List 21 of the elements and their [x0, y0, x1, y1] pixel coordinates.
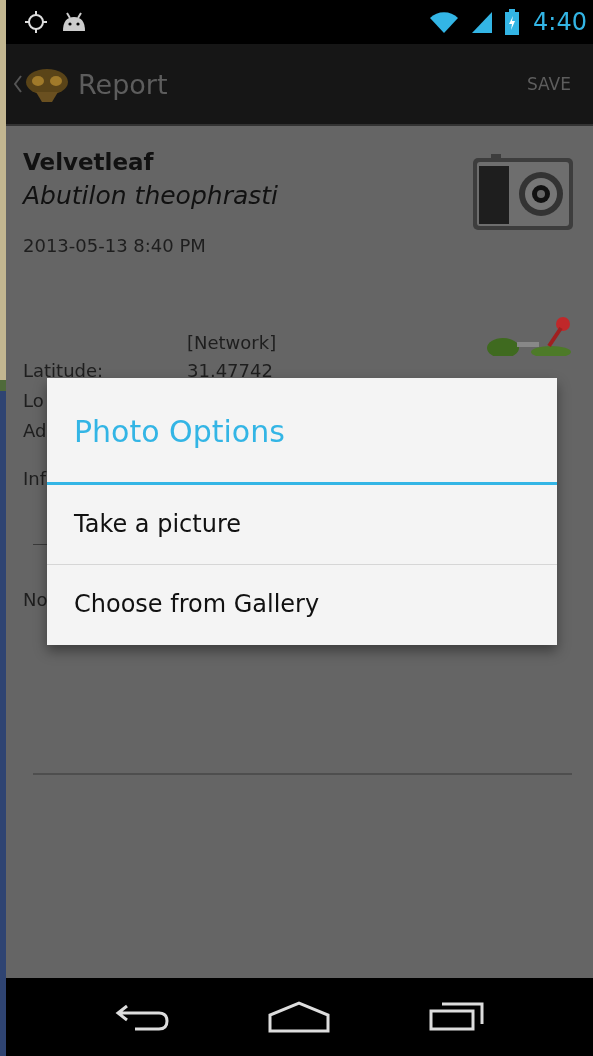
- scientific-name: Abutilon theophrasti: [23, 180, 278, 212]
- crosshair-icon: [24, 10, 48, 34]
- home-icon[interactable]: [268, 1001, 331, 1033]
- dialog-title: Photo Options: [47, 378, 557, 485]
- clock-time: 4:40: [533, 8, 587, 36]
- back-caret-icon: [14, 75, 22, 93]
- field-label: Ad: [23, 419, 47, 443]
- recent-apps-icon[interactable]: [428, 1002, 485, 1032]
- wifi-icon: [429, 10, 460, 34]
- common-name: Velvetleaf: [23, 148, 155, 177]
- battery-icon: [505, 9, 520, 35]
- dialog-option[interactable]: Choose from Gallery: [47, 565, 557, 645]
- dialog-option[interactable]: Take a picture: [47, 485, 557, 565]
- report-datetime: 2013-05-13 8:40 PM: [23, 234, 207, 258]
- signal-icon: [471, 10, 494, 34]
- info-label: Inf: [23, 467, 47, 491]
- location-source: [Network]: [187, 331, 277, 355]
- back-icon[interactable]: [114, 1002, 171, 1032]
- field-label: Lo: [23, 389, 44, 413]
- android-icon: [60, 11, 88, 33]
- notes-label: No: [23, 588, 48, 612]
